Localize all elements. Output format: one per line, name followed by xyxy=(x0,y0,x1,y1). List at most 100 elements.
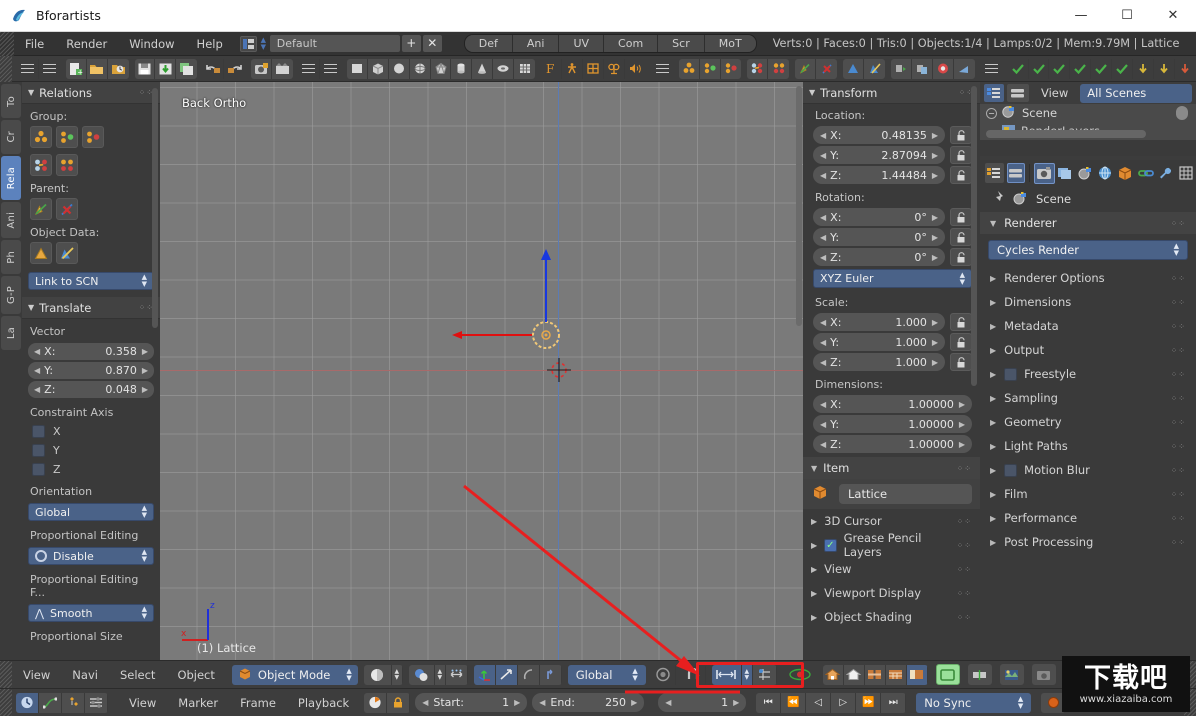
sidebar-item-animation[interactable]: Ani xyxy=(1,202,21,238)
chevron-right-icon[interactable]: ▶ xyxy=(932,151,938,160)
header-corner-handle[interactable] xyxy=(0,661,12,689)
location-z-field[interactable]: ◀ Z: 1.44484 ▶ xyxy=(813,166,945,184)
chevron-right-icon[interactable]: ▶ xyxy=(932,171,938,180)
sidebar-item-last-operator[interactable]: La xyxy=(1,316,21,350)
section-renderer-options[interactable]: ▶ Renderer Options ⁘⁘ xyxy=(980,266,1196,290)
lock-icon[interactable] xyxy=(387,693,410,713)
cube-icon[interactable] xyxy=(368,59,389,79)
unlocked-padlock-icon[interactable] xyxy=(950,126,972,144)
rotation-z-field[interactable]: ◀ Z: 0° ▶ xyxy=(813,248,945,266)
section-light-paths[interactable]: ▶ Light Paths ⁘⁘ xyxy=(980,434,1196,458)
onion-skin-icon[interactable] xyxy=(936,664,960,685)
sidebar-item-grease-pencil[interactable]: G-P xyxy=(1,276,21,314)
make-single-user-icon[interactable] xyxy=(843,59,864,79)
camera-icon[interactable] xyxy=(604,59,625,79)
pivot-median-icon[interactable] xyxy=(409,665,435,685)
outliner-view-menu[interactable]: View xyxy=(1041,86,1068,100)
chevron-left-icon[interactable]: ◀ xyxy=(34,366,40,375)
translate-panel-header[interactable]: ▼ Translate ⁘⁘ xyxy=(22,297,160,319)
outliner-icon[interactable] xyxy=(984,84,1004,102)
arrow-down-icon[interactable] xyxy=(1175,59,1196,79)
object-tab[interactable] xyxy=(1115,163,1135,184)
checkbox-icon[interactable] xyxy=(32,463,45,476)
speaker-icon[interactable] xyxy=(625,59,646,79)
scale-z-field[interactable]: ◀ Z: 1.000 ▶ xyxy=(813,353,945,371)
timeline-menu-view[interactable]: View xyxy=(118,696,167,710)
renderer-section-header[interactable]: ▼ Renderer ⁘⁘ xyxy=(980,212,1196,234)
timeline-editor-icon[interactable] xyxy=(16,693,39,713)
checkbox-checked-icon[interactable]: ✓ xyxy=(824,539,836,552)
grid-icon[interactable] xyxy=(514,59,535,79)
render-region-icon[interactable] xyxy=(1032,664,1056,685)
chevron-right-icon[interactable]: ▶ xyxy=(631,698,637,707)
render-image-icon[interactable] xyxy=(251,59,272,79)
constraint-axis-y-row[interactable]: Y xyxy=(22,441,160,460)
uv-sphere-icon[interactable] xyxy=(410,59,431,79)
filter-icon[interactable] xyxy=(1007,84,1029,102)
frame-end-field[interactable]: ◀ End: 250 ▶ xyxy=(532,693,644,712)
timeline-menu-marker[interactable]: Marker xyxy=(167,696,229,710)
viewport-menu-view[interactable]: View xyxy=(12,668,61,682)
world-globe-icon[interactable] xyxy=(1095,163,1115,184)
menu-file[interactable]: File xyxy=(14,32,55,56)
shading-solid-icon[interactable] xyxy=(364,665,392,685)
frame-start-field[interactable]: ◀ Start: 1 ▶ xyxy=(415,693,527,712)
timeline-menu-playback[interactable]: Playback xyxy=(287,696,360,710)
checkbox-icon[interactable] xyxy=(32,425,45,438)
render-tab[interactable] xyxy=(1034,163,1055,184)
play-reverse-button[interactable]: ◁ xyxy=(806,693,831,713)
unlocked-padlock-icon[interactable] xyxy=(950,228,972,246)
section-dimensions[interactable]: ▶ Dimensions ⁘⁘ xyxy=(980,290,1196,314)
section-metadata[interactable]: ▶ Metadata ⁘⁘ xyxy=(980,314,1196,338)
properties-filter-icon[interactable] xyxy=(1007,163,1026,183)
chevron-left-icon[interactable]: ◀ xyxy=(820,440,826,449)
transform-orientation-dropdown[interactable]: Global ▲▼ xyxy=(568,665,646,685)
save-as-icon[interactable] xyxy=(155,59,176,79)
close-button[interactable]: ✕ xyxy=(1150,0,1196,32)
left-panel-scrollbar[interactable] xyxy=(152,88,158,328)
link-to-scene-dropdown[interactable]: Link to SCN ▲▼ xyxy=(28,272,154,290)
maximize-button[interactable]: ☐ xyxy=(1104,0,1150,32)
chevron-left-icon[interactable]: ◀ xyxy=(820,318,826,327)
dimensions-y-field[interactable]: ◀ Y: 1.00000 ▶ xyxy=(813,415,972,433)
proportional-falloff-dropdown[interactable]: ⋀ Smooth ▲▼ xyxy=(28,604,154,622)
visibility-toggle-icon[interactable] xyxy=(1176,106,1188,120)
rotation-x-field[interactable]: ◀ X: 0° ▶ xyxy=(813,208,945,226)
auto-keyframe-icon[interactable] xyxy=(364,693,387,713)
arrow-down-icon[interactable] xyxy=(1133,59,1154,79)
textured-solid-icon[interactable] xyxy=(886,665,907,685)
chevron-left-icon[interactable]: ◀ xyxy=(34,347,40,356)
chevron-left-icon[interactable]: ◀ xyxy=(422,698,428,707)
chevron-left-icon[interactable]: ◀ xyxy=(820,151,826,160)
cylinder-icon[interactable] xyxy=(451,59,472,79)
make-links-icon[interactable] xyxy=(768,59,789,79)
ruler-icon[interactable] xyxy=(968,664,992,685)
location-x-field[interactable]: ◀ X: 0.48135 ▶ xyxy=(813,126,945,144)
chain-link-icon[interactable] xyxy=(1135,163,1155,184)
open-folder-icon[interactable] xyxy=(87,59,108,79)
duplicate-icon[interactable] xyxy=(891,59,912,79)
chevron-left-icon[interactable]: ◀ xyxy=(820,131,826,140)
join-icon[interactable] xyxy=(933,59,954,79)
icosphere-icon[interactable] xyxy=(431,59,452,79)
editor-type-icon[interactable] xyxy=(985,163,1004,183)
previous-keyframe-button[interactable]: ⏪ xyxy=(781,693,806,713)
checkbox-icon[interactable] xyxy=(1004,464,1017,477)
unlocked-padlock-icon[interactable] xyxy=(950,166,972,184)
dimensions-z-field[interactable]: ◀ Z: 1.00000 ▶ xyxy=(813,435,972,453)
save-copy-icon[interactable] xyxy=(176,59,197,79)
parent-clear-icon[interactable] xyxy=(56,198,78,220)
renderer-engine-dropdown[interactable]: Cycles Render ▲▼ xyxy=(988,240,1188,260)
outliner-tree[interactable]: − Scene RenderLayers xyxy=(980,104,1196,140)
chevron-left-icon[interactable]: ◀ xyxy=(34,385,40,394)
chevron-right-icon[interactable]: ▶ xyxy=(932,318,938,327)
screen-tab-mot[interactable]: MoT xyxy=(705,35,756,52)
3d-viewport[interactable]: Back Ortho (1) Lattice x z xyxy=(160,82,803,660)
link-objects-icon[interactable] xyxy=(747,59,768,79)
proportional-editing-dropdown[interactable]: Disable ▲▼ xyxy=(28,547,154,565)
local-view-icon[interactable] xyxy=(823,665,844,685)
object-name-field[interactable]: Lattice xyxy=(839,484,972,504)
minimize-button[interactable]: — xyxy=(1058,0,1104,32)
hamburger-icon[interactable] xyxy=(18,59,39,79)
hamburger-icon[interactable] xyxy=(39,59,60,79)
